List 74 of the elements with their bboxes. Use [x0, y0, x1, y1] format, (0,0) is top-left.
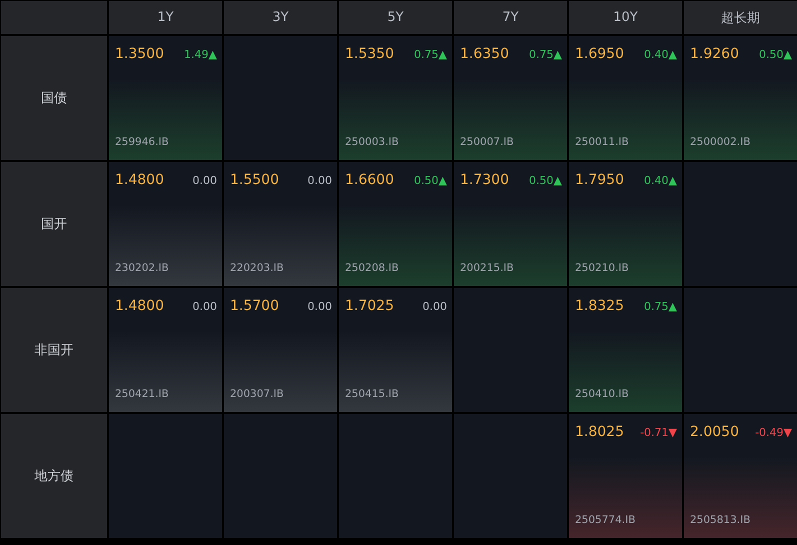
row-header: 国开 [1, 162, 107, 286]
column-header: 10Y [569, 1, 682, 34]
quote-cell[interactable]: 1.3500 1.49▲ 259946.IB [109, 36, 222, 160]
bond-code: 2505813.IB [690, 514, 752, 526]
row-header: 地方债 [1, 414, 107, 538]
bond-code: 250208.IB [345, 262, 400, 274]
bond-code: 2505774.IB [575, 514, 636, 526]
quote-cell[interactable]: 1.4800 0.00 230202.IB [109, 162, 222, 286]
yield-change: 0.75▲ [644, 300, 677, 312]
yield-price: 1.5350 [345, 46, 394, 62]
bond-code: 220203.IB [230, 262, 285, 274]
quote-cell[interactable]: 1.8325 0.75▲ 250410.IB [569, 288, 682, 412]
quote-cell[interactable]: 1.5700 0.00 200307.IB [224, 288, 337, 412]
quote-cell[interactable]: 1.8025 -0.71▼ 2505774.IB [569, 414, 682, 538]
bond-code: 259946.IB [115, 136, 170, 148]
quote-cell[interactable]: 1.7950 0.40▲ 250210.IB [569, 162, 682, 286]
yield-price: 1.6950 [575, 46, 624, 62]
quote-cell[interactable]: 1.5500 0.00 220203.IB [224, 162, 337, 286]
row-header: 国债 [1, 36, 107, 160]
yield-price: 2.0050 [690, 424, 739, 440]
column-header: 5Y [339, 1, 452, 34]
quote-cell[interactable]: 1.4800 0.00 250421.IB [109, 288, 222, 412]
yield-change: 0.00 [308, 300, 332, 312]
bond-code: 250210.IB [575, 262, 630, 274]
bond-code: 250007.IB [460, 136, 515, 148]
bond-code: 200307.IB [230, 388, 285, 400]
yield-price: 1.6600 [345, 172, 394, 188]
bond-code: 250003.IB [345, 136, 400, 148]
yield-change: -0.71▼ [640, 426, 677, 438]
yield-price: 1.7025 [345, 298, 394, 314]
yield-change: 0.50▲ [414, 174, 447, 186]
yield-price: 1.6350 [460, 46, 509, 62]
bond-code: 200215.IB [460, 262, 515, 274]
yield-change: 0.50▲ [759, 48, 792, 60]
yield-change: 0.00 [192, 300, 217, 312]
bond-code: 250421.IB [115, 388, 170, 400]
yield-change: 0.75▲ [529, 48, 562, 60]
bond-code: 230202.IB [115, 262, 170, 274]
yield-change: 0.00 [422, 300, 447, 312]
yield-change: 0.40▲ [644, 174, 677, 186]
bond-code: 2500002.IB [690, 136, 752, 148]
yield-price: 1.4800 [115, 298, 164, 314]
bond-code: 250410.IB [575, 388, 630, 400]
bond-code: 250011.IB [575, 136, 630, 148]
yield-change: 0.40▲ [644, 48, 677, 60]
yield-price: 1.8325 [575, 298, 624, 314]
yield-change: 1.49▲ [184, 48, 217, 60]
yield-price: 1.7300 [460, 172, 509, 188]
yield-change: 0.75▲ [414, 48, 447, 60]
bond-code: 250415.IB [345, 388, 400, 400]
yield-price: 1.8025 [575, 424, 624, 440]
yield-price: 1.5700 [230, 298, 279, 314]
yield-change: -0.49▼ [755, 426, 792, 438]
quote-cell[interactable]: 2.0050 -0.49▼ 2505813.IB [684, 414, 797, 538]
yield-price: 1.4800 [115, 172, 164, 188]
yield-price: 1.5500 [230, 172, 279, 188]
yield-change: 0.00 [192, 174, 217, 186]
quote-cell[interactable]: 1.7025 0.00 250415.IB [339, 288, 452, 412]
yield-change: 0.50▲ [529, 174, 562, 186]
quote-cell[interactable]: 1.6600 0.50▲ 250208.IB [339, 162, 452, 286]
yield-price: 1.9260 [690, 46, 739, 62]
quote-cell[interactable]: 1.5350 0.75▲ 250003.IB [339, 36, 452, 160]
column-header: 3Y [224, 1, 337, 34]
quote-cell[interactable]: 1.7300 0.50▲ 200215.IB [454, 162, 567, 286]
column-header: 7Y [454, 1, 567, 34]
quote-cell[interactable]: 1.6950 0.40▲ 250011.IB [569, 36, 682, 160]
column-header: 超长期 [684, 1, 797, 34]
yield-price: 1.7950 [575, 172, 624, 188]
quote-cell[interactable]: 1.9260 0.50▲ 2500002.IB [684, 36, 797, 160]
yield-price: 1.3500 [115, 46, 164, 62]
quote-cell[interactable]: 1.6350 0.75▲ 250007.IB [454, 36, 567, 160]
row-header: 非国开 [1, 288, 107, 412]
column-header: 1Y [109, 1, 222, 34]
yield-change: 0.00 [308, 174, 332, 186]
